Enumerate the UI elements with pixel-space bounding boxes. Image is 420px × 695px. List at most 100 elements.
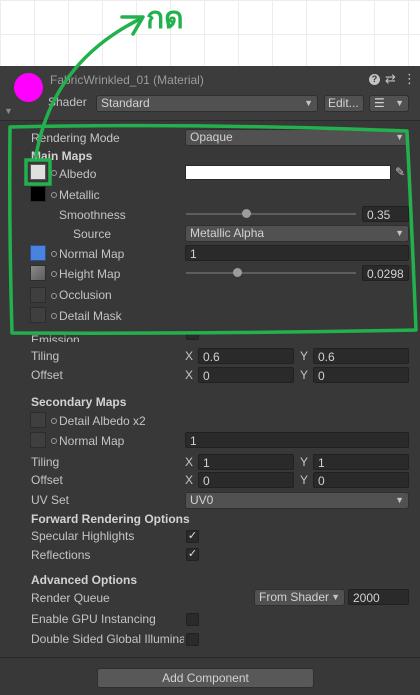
- secondary-normal-map-scale-field[interactable]: 1: [185, 432, 409, 448]
- shader-value: Standard: [101, 96, 150, 110]
- bottom-separator: [0, 657, 420, 658]
- albedo-label: Albedo: [59, 167, 97, 181]
- main-offset-y-axis: Y: [300, 368, 309, 382]
- rendering-mode-label: Rendering Mode: [31, 131, 120, 145]
- render-queue-value-field[interactable]: 2000: [348, 589, 409, 605]
- main-offset-x-field[interactable]: 0: [198, 367, 294, 383]
- secondary-normal-map-label: Normal Map: [59, 434, 125, 448]
- material-title: FabricWrinkled_01 (Material): [50, 73, 204, 87]
- normal-map-picker-icon[interactable]: [51, 251, 57, 257]
- shader-dropdown[interactable]: Standard ▼: [96, 95, 318, 112]
- double-sided-gi-checkbox[interactable]: [186, 633, 199, 646]
- chevron-down-icon: ▼: [395, 98, 404, 108]
- source-label: Source: [73, 227, 112, 241]
- add-component-button[interactable]: Add Component: [97, 668, 314, 688]
- occlusion-texture-slot[interactable]: [30, 287, 46, 303]
- main-tiling-x-axis: X: [185, 349, 194, 363]
- main-maps-heading: Main Maps: [31, 149, 93, 163]
- source-value: Metallic Alpha: [190, 226, 265, 240]
- uv-set-value: UV0: [190, 493, 214, 507]
- main-tiling-label: Tiling: [31, 349, 60, 363]
- secondary-offset-y-axis: Y: [300, 473, 309, 487]
- occlusion-picker-icon[interactable]: [51, 293, 57, 299]
- normal-map-label: Normal Map: [59, 247, 125, 261]
- smoothness-value-field[interactable]: 0.35: [362, 206, 409, 222]
- shader-label: Shader: [48, 95, 87, 109]
- secondary-normal-map-picker-icon[interactable]: [51, 438, 57, 444]
- edit-button-label: Edit...: [328, 96, 359, 110]
- secondary-tiling-label: Tiling: [31, 455, 60, 469]
- height-map-texture-slot[interactable]: [30, 265, 46, 281]
- main-tiling-y-axis: Y: [300, 349, 309, 363]
- normal-map-scale-field[interactable]: 1: [185, 245, 409, 261]
- main-tiling-y-field[interactable]: 0.6: [313, 348, 409, 364]
- detail-albedo-picker-icon[interactable]: [51, 418, 57, 424]
- preset-icon[interactable]: ⇄: [385, 71, 396, 87]
- secondary-offset-y-field[interactable]: 0: [313, 472, 409, 488]
- double-sided-gi-label: Double Sided Global Illumina: [31, 632, 184, 646]
- more-options-icon[interactable]: ⋮: [403, 71, 416, 87]
- detail-mask-texture-slot[interactable]: [30, 307, 46, 323]
- rendering-mode-dropdown[interactable]: Opaque ▼: [185, 129, 409, 146]
- main-offset-x-axis: X: [185, 368, 194, 382]
- gpu-instancing-checkbox[interactable]: [186, 613, 199, 626]
- material-preview-icon[interactable]: [14, 73, 43, 102]
- edit-shader-button[interactable]: Edit...: [324, 95, 364, 112]
- secondary-offset-x-axis: X: [185, 473, 194, 487]
- scene-background: [0, 0, 420, 66]
- chevron-down-icon: ▼: [395, 228, 404, 238]
- rendering-mode-value: Opaque: [190, 130, 233, 144]
- chevron-down-icon: ▼: [395, 132, 404, 142]
- occlusion-label: Occlusion: [59, 288, 112, 302]
- height-map-slider-track[interactable]: [186, 272, 356, 274]
- forward-rendering-heading: Forward Rendering Options: [31, 512, 190, 526]
- list-icon: ☰: [374, 96, 385, 110]
- smoothness-label: Smoothness: [59, 208, 126, 222]
- render-queue-mode-dropdown[interactable]: From Shader ▼: [254, 589, 345, 606]
- source-dropdown[interactable]: Metallic Alpha ▼: [185, 225, 409, 242]
- detail-albedo-label: Detail Albedo x2: [59, 414, 146, 428]
- reflections-label: Reflections: [31, 548, 91, 562]
- secondary-tiling-x-axis: X: [185, 455, 194, 469]
- reflections-checkbox[interactable]: ✓: [186, 548, 199, 561]
- detail-mask-picker-icon[interactable]: [51, 313, 57, 319]
- secondary-offset-x-field[interactable]: 0: [198, 472, 294, 488]
- chevron-down-icon: ▼: [304, 98, 313, 108]
- secondary-offset-label: Offset: [31, 473, 63, 487]
- albedo-color-field[interactable]: [185, 165, 391, 180]
- smoothness-slider-thumb[interactable]: [241, 209, 251, 218]
- smoothness-slider-track[interactable]: [186, 213, 356, 215]
- height-map-slider-thumb[interactable]: [233, 268, 242, 277]
- uv-set-dropdown[interactable]: UV0 ▼: [185, 492, 409, 509]
- height-map-value-field[interactable]: 0.0298: [362, 265, 409, 281]
- emission-label: Emission: [31, 334, 80, 342]
- secondary-tiling-x-field[interactable]: 1: [198, 454, 294, 470]
- albedo-texture-slot[interactable]: [30, 164, 46, 180]
- secondary-tiling-y-field[interactable]: 1: [313, 454, 409, 470]
- emission-checkbox[interactable]: [186, 332, 199, 340]
- main-tiling-x-field[interactable]: 0.6: [198, 348, 294, 364]
- height-map-picker-icon[interactable]: [51, 271, 57, 277]
- secondary-normal-map-texture-slot[interactable]: [30, 432, 46, 448]
- metallic-texture-slot[interactable]: [30, 186, 46, 202]
- height-map-label: Height Map: [59, 267, 121, 281]
- uv-set-label: UV Set: [31, 493, 70, 507]
- secondary-tiling-y-axis: Y: [300, 455, 309, 469]
- detail-albedo-texture-slot[interactable]: [30, 412, 46, 428]
- albedo-picker-icon[interactable]: [51, 170, 57, 176]
- eyedropper-icon[interactable]: ✎: [395, 165, 405, 180]
- gpu-instancing-label: Enable GPU Instancing: [31, 612, 156, 626]
- list-options-dropdown[interactable]: ☰ ▼: [369, 95, 409, 112]
- chevron-down-icon: ▼: [395, 495, 404, 505]
- specular-highlights-label: Specular Highlights: [31, 529, 135, 543]
- specular-highlights-checkbox[interactable]: ✓: [186, 530, 199, 543]
- help-icon[interactable]: ?: [369, 74, 380, 85]
- material-header: FabricWrinkled_01 (Material) ? ⇄ ⋮ Shade…: [0, 66, 420, 121]
- normal-map-texture-slot[interactable]: [30, 245, 46, 261]
- render-queue-mode-value: From Shader: [259, 590, 330, 604]
- main-offset-label: Offset: [31, 368, 63, 382]
- secondary-maps-heading: Secondary Maps: [31, 395, 127, 409]
- foldout-arrow-icon[interactable]: ▼: [4, 106, 13, 116]
- main-offset-y-field[interactable]: 0: [313, 367, 409, 383]
- metallic-picker-icon[interactable]: [51, 192, 57, 198]
